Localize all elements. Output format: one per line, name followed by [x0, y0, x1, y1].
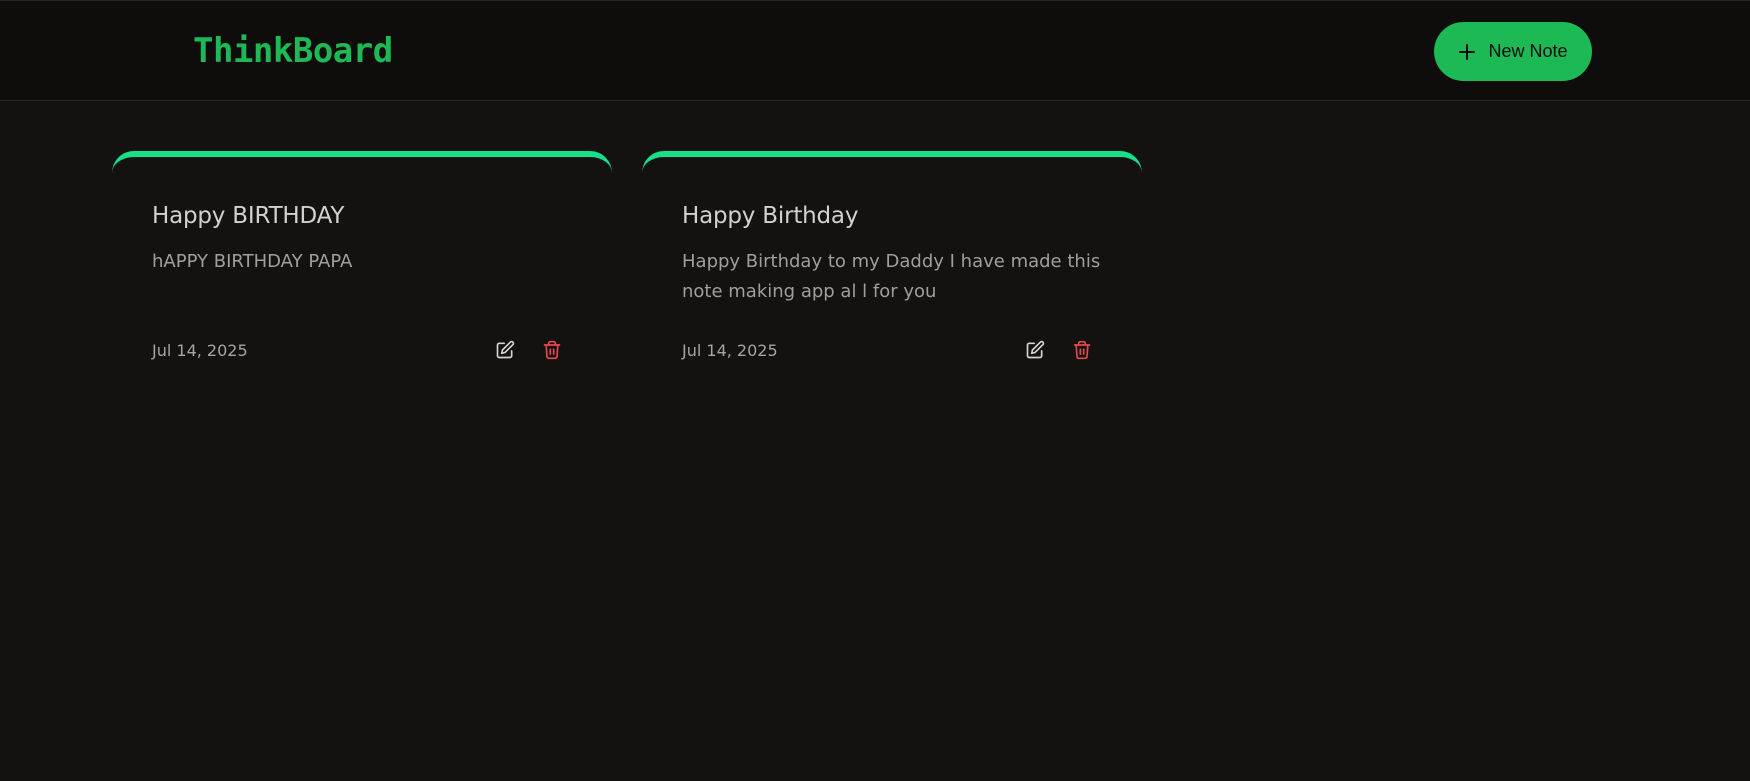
navbar: ThinkBoard New Note: [0, 0, 1750, 101]
note-content: Happy Birthday to my Daddy I have made t…: [682, 251, 1101, 302]
note-card[interactable]: Happy BIRTHDAY hAPPY BIRTHDAY PAPA Jul 1…: [112, 151, 612, 383]
edit-button[interactable]: [492, 337, 518, 363]
edit-button[interactable]: [1022, 337, 1048, 363]
trash-icon: [543, 340, 561, 360]
note-card[interactable]: Happy Birthday Happy Birthday to my Dadd…: [642, 151, 1142, 383]
edit-icon: [496, 340, 515, 359]
plus-icon: [1459, 43, 1476, 60]
trash-icon: [1073, 340, 1091, 360]
note-date: Jul 14, 2025: [682, 341, 778, 360]
new-note-label: New Note: [1488, 41, 1568, 61]
app-logo[interactable]: ThinkBoard: [193, 31, 393, 71]
note-title: Happy Birthday: [682, 203, 859, 229]
new-note-button[interactable]: New Note: [1434, 22, 1592, 81]
note-content: hAPPY BIRTHDAY PAPA: [152, 251, 353, 272]
edit-icon: [1026, 340, 1045, 359]
delete-button[interactable]: [1069, 337, 1095, 363]
delete-button[interactable]: [539, 337, 565, 363]
note-date: Jul 14, 2025: [152, 341, 248, 360]
note-title: Happy BIRTHDAY: [152, 203, 345, 229]
